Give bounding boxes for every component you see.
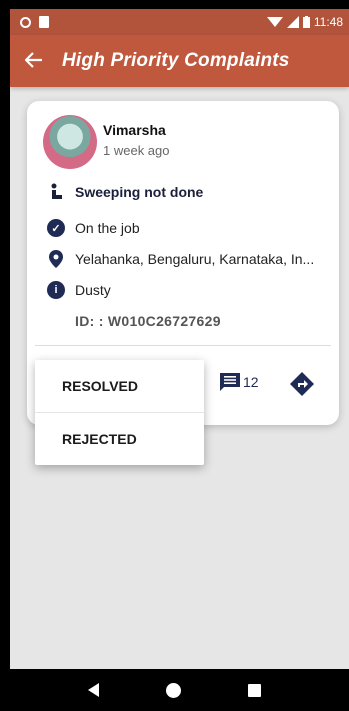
check-circle-icon: ✓ [47,219,65,237]
wifi-icon [266,17,283,27]
user-name: Vimarsha [103,122,166,138]
complaint-location: Yelahanka, Bengaluru, Karnataka, In... [75,251,315,267]
status-bar: 11:48 [10,9,349,35]
avatar [43,115,97,169]
comments-button[interactable]: 12 [220,373,259,391]
category-icon [47,183,65,201]
nav-back-icon[interactable] [88,683,100,697]
arrow-left-icon [24,52,42,68]
page-title: High Priority Complaints [62,50,290,71]
info-icon: i [47,281,65,299]
posted-time: 1 week ago [103,143,170,158]
sd-card-icon [39,16,49,28]
directions-icon [290,372,314,396]
notification-icon [20,16,31,28]
nav-recents-icon[interactable] [247,683,261,697]
directions-button[interactable] [289,371,315,397]
location-pin-icon [47,250,65,268]
back-button[interactable] [10,48,58,74]
battery-icon [302,16,310,28]
clock: 11:48 [313,15,343,29]
complaint-status: On the job [75,220,140,236]
menu-item-resolved[interactable]: RESOLVED [35,360,204,412]
app-bar: High Priority Complaints [10,35,349,87]
location-row: Yelahanka, Bengaluru, Karnataka, In... [47,250,314,268]
complaint-title-row: Sweeping not done [47,183,203,201]
complaint-title: Sweeping not done [75,184,204,200]
status-row: ✓ On the job [47,219,140,237]
top-bezel [0,0,349,9]
category-row: i Dusty [47,281,111,299]
nav-home-icon[interactable] [165,682,181,698]
divider [35,345,331,346]
menu-item-rejected[interactable]: REJECTED [35,412,204,464]
status-menu: RESOLVED REJECTED [35,360,204,465]
complaint-id: ID: : W010C26727629 [75,313,221,329]
complaint-category: Dusty [75,282,111,298]
navigation-bar [0,669,349,711]
signal-icon [286,16,299,28]
comment-count: 12 [243,374,259,390]
comment-icon [220,373,240,391]
